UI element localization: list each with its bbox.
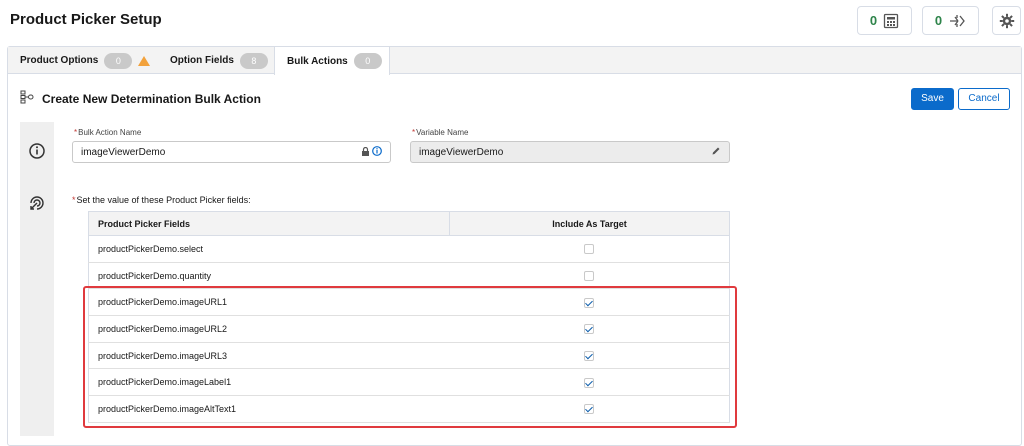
info-icon[interactable] [28, 142, 46, 160]
page-header: Product Picker Setup 0 0 [0, 0, 1024, 44]
field-name-cell: productPickerDemo.select [88, 235, 450, 263]
tab-product-options[interactable]: Product Options 0 [8, 47, 158, 74]
flow-counter-button[interactable]: 0 [922, 6, 979, 35]
bulk-action-name-value: imageViewerDemo [81, 147, 166, 158]
table-row: productPickerDemo.imageURL3 [88, 341, 730, 370]
table-row: productPickerDemo.select [88, 235, 730, 263]
field-name-cell: productPickerDemo.imageURL2 [88, 315, 450, 343]
product-picker-fields-table: Product Picker Fields Include As Target … [88, 211, 730, 423]
table-row: productPickerDemo.quantity [88, 261, 730, 290]
tab-label: Bulk Actions [287, 55, 348, 67]
tab-bar: Product Options 0 Option Fields 8 Bulk A… [8, 47, 1021, 75]
save-button[interactable]: Save [911, 88, 954, 110]
include-checkbox[interactable] [584, 404, 595, 415]
tab-option-fields[interactable]: Option Fields 8 [158, 47, 275, 74]
field-name-cell: productPickerDemo.imageURL1 [88, 288, 450, 317]
section-header: Create New Determination Bulk Action [20, 90, 261, 107]
flow-count: 0 [934, 13, 943, 28]
include-checkbox[interactable] [584, 377, 595, 388]
field-name-cell: productPickerDemo.quantity [88, 261, 450, 290]
column-header-include-as-target: Include As Target [449, 211, 730, 236]
settings-button[interactable] [992, 6, 1021, 35]
gear-icon [999, 13, 1015, 29]
include-checkbox[interactable] [584, 244, 595, 255]
tab-count-badge: 8 [239, 52, 268, 69]
include-checkbox[interactable] [584, 297, 595, 308]
pencil-icon[interactable] [711, 146, 721, 159]
form-sidebar [20, 122, 54, 436]
include-checkbox[interactable] [584, 350, 595, 361]
bulk-action-name-input[interactable]: imageViewerDemo [72, 141, 391, 163]
lock-icon [361, 146, 370, 159]
instruction-text: *Set the value of these Product Picker f… [72, 195, 251, 205]
tab-label: Product Options [20, 55, 99, 66]
tab-bulk-actions[interactable]: Bulk Actions 0 [274, 47, 390, 75]
flow-icon [948, 13, 966, 29]
calculator-counter-button[interactable]: 0 [857, 6, 912, 35]
section-title: Create New Determination Bulk Action [42, 91, 261, 106]
field-name-cell: productPickerDemo.imageURL3 [88, 341, 450, 370]
tab-label: Option Fields [170, 55, 234, 66]
calculator-count: 0 [869, 13, 878, 28]
field-name-cell: productPickerDemo.imageLabel1 [88, 368, 450, 397]
variable-name-input[interactable]: imageViewerDemo [410, 141, 730, 163]
tab-count-badge: 0 [353, 53, 382, 69]
include-checkbox[interactable] [584, 324, 595, 335]
variable-name-value: imageViewerDemo [419, 147, 504, 158]
table-row: productPickerDemo.imageAltText1 [88, 395, 730, 423]
field-name-cell: productPickerDemo.imageAltText1 [88, 395, 450, 423]
table-row: productPickerDemo.imageURL1 [88, 288, 730, 317]
bulk-action-name-label: *Bulk Action Name [74, 128, 142, 137]
hierarchy-icon [20, 90, 34, 107]
include-checkbox[interactable] [584, 270, 595, 281]
table-row: productPickerDemo.imageURL2 [88, 315, 730, 343]
info-circle-icon[interactable] [372, 146, 382, 159]
column-header-fields: Product Picker Fields [88, 211, 450, 236]
tab-count-badge: 0 [104, 52, 133, 69]
calculator-icon [883, 13, 899, 29]
page-title: Product Picker Setup [10, 11, 162, 28]
table-row: productPickerDemo.imageLabel1 [88, 368, 730, 397]
cancel-button[interactable]: Cancel [958, 88, 1010, 110]
variable-name-label: *Variable Name [412, 128, 469, 137]
target-icon[interactable] [28, 194, 46, 212]
warning-icon [138, 55, 151, 66]
